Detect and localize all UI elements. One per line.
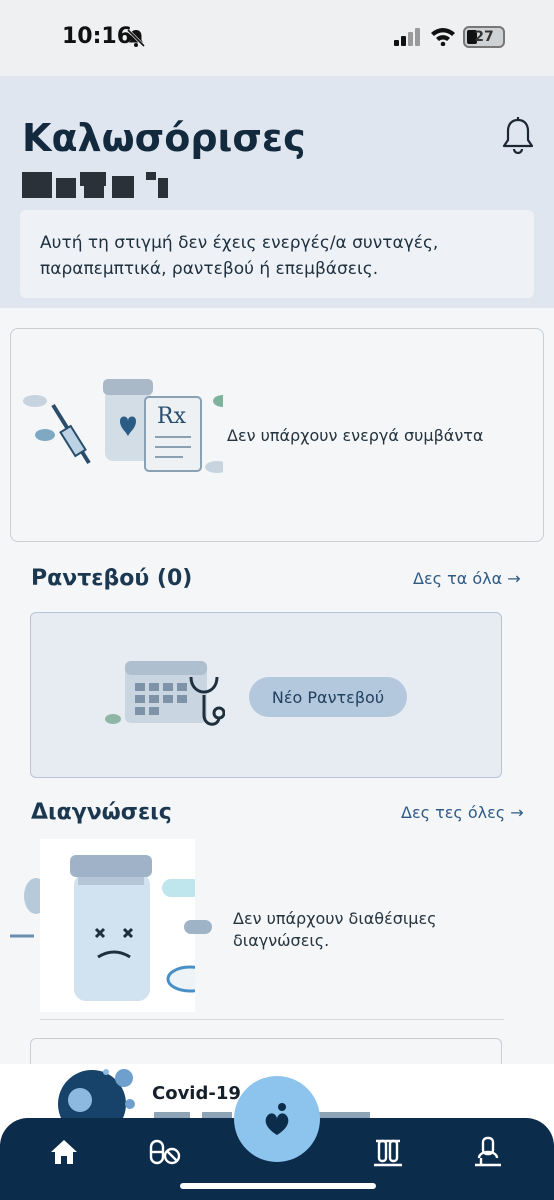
no-active-items-notice: Αυτή τη στιγμή δεν έχεις ενεργές/α συντα… xyxy=(20,210,534,298)
diagnoses-see-all-link[interactable]: Δες τες όλες → xyxy=(401,803,524,822)
welcome-header: Καλωσόρισες Αυτή τη στιγμή δεν έχεις ενε… xyxy=(0,76,554,308)
appointments-title: Ραντεβού (0) xyxy=(31,566,193,591)
tab-home[interactable] xyxy=(44,1132,84,1172)
status-time: 10:16 xyxy=(62,24,133,49)
tab-medications[interactable] xyxy=(144,1132,184,1172)
tab-diagnostics[interactable] xyxy=(468,1132,508,1172)
muted-bell-icon xyxy=(126,28,146,48)
signal-icon xyxy=(394,28,420,46)
new-appointment-button[interactable]: Νέο Ραντεβού xyxy=(249,677,407,717)
active-events-card: Rx Δεν υπάρχουν ενεργά συμβάντα xyxy=(10,328,544,542)
tab-lab-tests[interactable] xyxy=(368,1132,408,1172)
home-icon xyxy=(51,1140,77,1164)
pills-icon xyxy=(149,1139,181,1165)
battery-level: 27 xyxy=(474,29,494,45)
divider xyxy=(40,1019,504,1020)
appointments-card: Νέο Ραντεβού xyxy=(30,612,502,778)
pill-decoration xyxy=(184,920,212,934)
app-logo-icon xyxy=(265,1103,289,1135)
status-bar: 10:16 27 xyxy=(0,0,554,76)
microscope-icon xyxy=(475,1136,501,1167)
home-indicator xyxy=(180,1183,376,1189)
calendar-stethoscope-illustration xyxy=(105,661,225,726)
no-diagnoses-line2: διαγνώσεις. xyxy=(233,931,330,950)
notifications-bell-icon[interactable] xyxy=(500,116,536,154)
no-diagnoses-text: Δεν υπάρχουν διαθέσιμες διαγνώσεις. xyxy=(233,908,436,952)
page-title: Καλωσόρισες xyxy=(22,116,306,160)
app-home-fab-button[interactable] xyxy=(234,1076,320,1162)
virus-icon xyxy=(58,1069,135,1120)
appointments-see-all-link[interactable]: Δες τα όλα → xyxy=(413,569,521,588)
diagnoses-title: Διαγνώσεις xyxy=(31,800,172,825)
svg-text:Rx: Rx xyxy=(157,404,187,429)
sad-bottle-icon xyxy=(70,855,214,1001)
test-tubes-icon xyxy=(374,1139,402,1167)
medications-illustration: Rx xyxy=(23,379,223,473)
no-active-events-text: Δεν υπάρχουν ενεργά συμβάντα xyxy=(227,426,484,445)
wifi-icon xyxy=(431,28,455,46)
dashboard-content: Rx Δεν υπάρχουν ενεργά συμβάντα Ραντεβού… xyxy=(0,308,554,1078)
user-name-redacted xyxy=(22,172,168,198)
diagnoses-empty-illustration xyxy=(40,839,214,1012)
battery-indicator: 27 xyxy=(463,26,505,48)
covid-card-title: Covid-19 xyxy=(152,1083,241,1104)
no-diagnoses-line1: Δεν υπάρχουν διαθέσιμες xyxy=(233,909,437,928)
